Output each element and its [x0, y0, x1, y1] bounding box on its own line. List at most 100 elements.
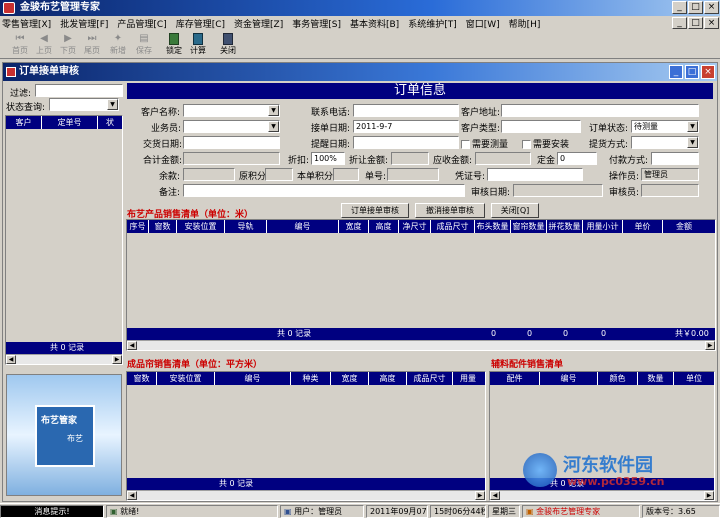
pickup-select[interactable]: ▼ [631, 136, 699, 149]
col-net-size[interactable]: 净尺寸 [399, 220, 431, 233]
col-customer[interactable]: 客户 [6, 116, 42, 129]
col-order-no[interactable]: 定单号 [42, 116, 98, 129]
col-amount[interactable]: 金额 [663, 220, 705, 233]
calc-button[interactable]: 计算 [188, 33, 208, 57]
maximize-button[interactable]: □ [688, 1, 703, 14]
col-state[interactable]: 状 [98, 116, 122, 129]
col-c-type[interactable]: 种类 [291, 372, 331, 385]
salesman-select[interactable]: ▼ [183, 120, 280, 133]
col-finished-size[interactable]: 成品尺寸 [431, 220, 475, 233]
order-state-select[interactable]: 待测量 ▼ [631, 120, 699, 133]
status-product: ▣ 金骏布艺管理专家 [522, 505, 640, 518]
col-seq[interactable]: 序号 [127, 220, 149, 233]
menu-retail[interactable]: 零售管理[X] [2, 17, 51, 30]
remind-date-input[interactable] [353, 136, 459, 149]
need-measure-checkbox[interactable]: 需要测量 [461, 137, 508, 150]
watermark-name: 河东软件园 [563, 455, 653, 476]
filter-input[interactable] [35, 84, 123, 97]
close-button[interactable]: 关闭 [218, 33, 238, 57]
bill-no-input [387, 168, 439, 181]
need-install-checkbox[interactable]: 需要安装 [522, 137, 569, 150]
menu-basic-data[interactable]: 基本资料[B] [350, 17, 399, 30]
close-app-button[interactable]: × [704, 1, 719, 14]
col-c-install-pos[interactable]: 安装位置 [157, 372, 215, 385]
window-close-button[interactable]: × [701, 65, 715, 79]
col-head-qty[interactable]: 布头数量 [475, 220, 511, 233]
close-dialog-button[interactable]: 关闭[Q] [491, 203, 539, 218]
col-price[interactable]: 单价 [623, 220, 663, 233]
col-c-width[interactable]: 宽度 [331, 372, 369, 385]
customer-type-label: 客户类型: [461, 124, 501, 134]
col-c-usage[interactable]: 用量 [453, 372, 483, 385]
menu-finance[interactable]: 资金管理[Z] [234, 17, 283, 30]
cancel-audit-button[interactable]: 撤消接单审核 [415, 203, 485, 218]
deposit-input[interactable]: 0 [557, 152, 597, 165]
curtain-sales-hscroll[interactable]: ◀ ▶ [127, 490, 485, 500]
pay-method-input[interactable] [651, 152, 699, 165]
child-close-button[interactable]: × [704, 17, 719, 29]
save-button[interactable]: ▤ 保存 [134, 33, 154, 57]
next-page-button[interactable]: ▶ 下页 [58, 33, 78, 57]
order-list-hscroll[interactable]: ◀ ▶ [6, 354, 122, 364]
prev-page-button[interactable]: ◀ 上页 [34, 33, 54, 57]
product-icon: ▣ [526, 507, 534, 516]
curtain-sales-grid[interactable]: 窗数 安装位置 编号 种类 宽度 高度 成品尺寸 用量 共 0 记录 ◀ ▶ [126, 371, 486, 501]
col-c-height[interactable]: 高度 [369, 372, 407, 385]
status-query-select[interactable]: ▼ [49, 98, 119, 111]
product-sales-grid[interactable]: 序号 窗数 安装位置 导轨 编号 宽度 高度 净尺寸 成品尺寸 布头数量 窗帘数… [126, 219, 716, 351]
customer-address-input[interactable] [501, 104, 699, 117]
remark-label: 备注: [159, 188, 181, 198]
menu-inventory[interactable]: 库存管理[C] [176, 17, 225, 30]
col-a-part[interactable]: 配件 [490, 372, 540, 385]
contact-phone-input[interactable] [353, 104, 459, 117]
col-a-qty[interactable]: 数量 [638, 372, 674, 385]
child-minimize-button[interactable]: _ [672, 17, 687, 29]
col-a-code[interactable]: 编号 [540, 372, 598, 385]
customer-name-select[interactable]: ▼ [183, 104, 280, 117]
last-page-button[interactable]: ⏭ 尾页 [82, 33, 102, 57]
menu-wholesale[interactable]: 批发管理[F] [60, 17, 108, 30]
left-panel: 过滤: 状态查询: ▼ 客户 定单号 状 共 0 记录 ◀ ▶ 布艺管家 布艺 [3, 82, 125, 502]
audit-button[interactable]: 订单接单审核 [341, 203, 409, 218]
child-restore-button[interactable]: □ [688, 17, 703, 29]
col-c-finished-size[interactable]: 成品尺寸 [407, 372, 453, 385]
lock-button[interactable]: 锁定 [164, 33, 184, 57]
first-page-button[interactable]: ⏮ 首页 [10, 33, 30, 57]
col-windows[interactable]: 窗数 [149, 220, 177, 233]
col-curtain-qty[interactable]: 窗帘数量 [511, 220, 547, 233]
menu-system[interactable]: 系统维护[T] [408, 17, 457, 30]
col-c-windows[interactable]: 窗数 [127, 372, 157, 385]
voucher-input[interactable] [487, 168, 583, 181]
window-maximize-button[interactable]: □ [685, 65, 699, 79]
chevron-down-icon[interactable]: ▼ [107, 99, 118, 110]
window-minimize-button[interactable]: _ [669, 65, 683, 79]
discount-input[interactable]: 100% [311, 152, 345, 165]
order-date-label: 接单日期: [311, 124, 351, 134]
menu-window[interactable]: 窗口[W] [466, 17, 500, 30]
col-width[interactable]: 宽度 [339, 220, 369, 233]
product-sales-hscroll[interactable]: ◀ ▶ [127, 340, 715, 350]
remark-input[interactable] [183, 184, 465, 197]
col-install-pos[interactable]: 安装位置 [177, 220, 225, 233]
minimize-button[interactable]: _ [672, 1, 687, 14]
col-code[interactable]: 编号 [267, 220, 339, 233]
col-c-code[interactable]: 编号 [215, 372, 291, 385]
col-pattern-qty[interactable]: 拼花数量 [547, 220, 583, 233]
customer-type-input[interactable] [501, 120, 581, 133]
new-button[interactable]: ✦ 新增 [108, 33, 128, 57]
col-subtotal[interactable]: 用量小计 [583, 220, 623, 233]
voucher-label: 凭证号: [455, 172, 486, 182]
menu-help[interactable]: 帮助[H] [509, 17, 541, 30]
col-a-color[interactable]: 颜色 [598, 372, 638, 385]
order-date-input[interactable]: 2011-9-7 [353, 120, 459, 133]
col-rail[interactable]: 导轨 [225, 220, 267, 233]
col-height[interactable]: 高度 [369, 220, 399, 233]
calculator-icon [193, 33, 203, 45]
order-list[interactable]: 客户 定单号 状 共 0 记录 ◀ ▶ [5, 115, 123, 365]
delivery-date-input[interactable] [183, 136, 280, 149]
discounted-input [391, 152, 429, 165]
menu-product[interactable]: 产品管理[C] [117, 17, 166, 30]
menu-affairs[interactable]: 事务管理[S] [292, 17, 341, 30]
curtain-sales-count: 共 0 记录 [219, 479, 254, 488]
col-a-unit[interactable]: 单位 [674, 372, 714, 385]
